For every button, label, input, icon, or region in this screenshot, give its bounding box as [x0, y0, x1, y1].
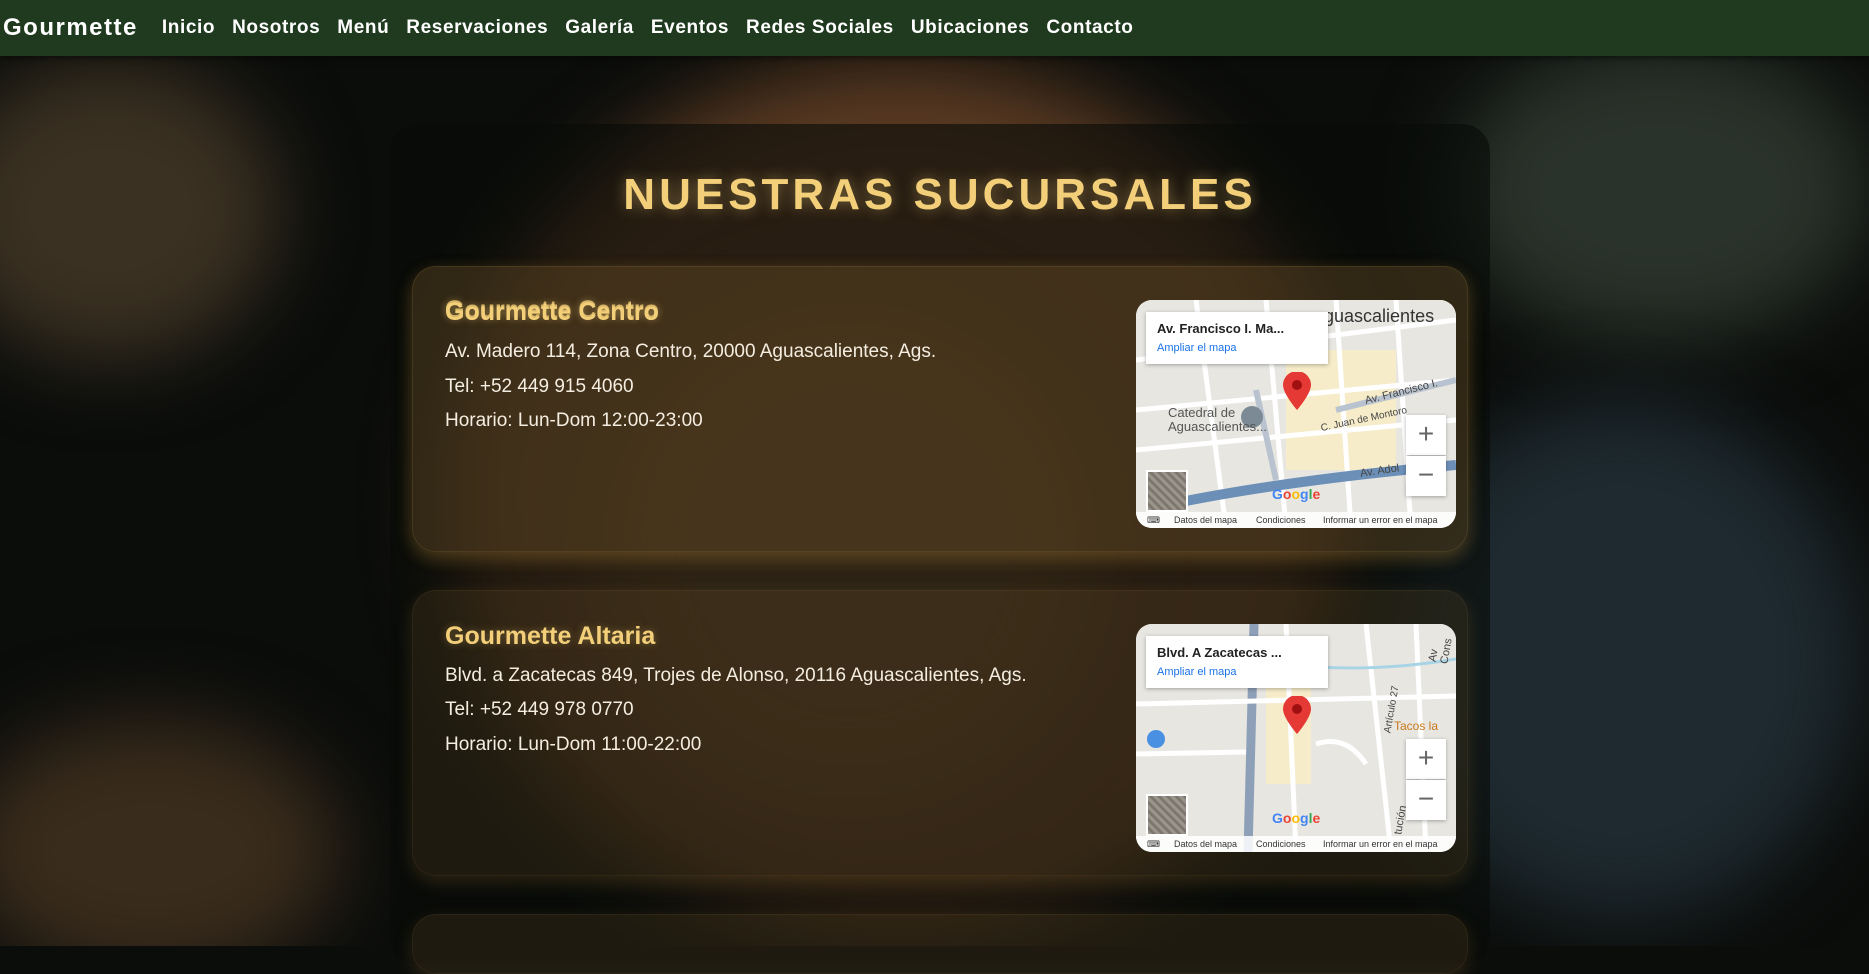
- map-footer: ⌨ Datos del mapa Condiciones Informar un…: [1136, 836, 1456, 852]
- terms-link[interactable]: Condiciones: [1256, 515, 1306, 525]
- map-poi-label: Tacos la: [1394, 719, 1439, 733]
- map-city-label: guascalientes: [1324, 306, 1435, 326]
- expand-map-link[interactable]: Ampliar el mapa: [1157, 342, 1236, 354]
- zoom-out-button[interactable]: −: [1406, 456, 1446, 496]
- map-data-link[interactable]: Datos del mapa: [1174, 839, 1237, 849]
- keyboard-icon[interactable]: ⌨: [1147, 839, 1160, 850]
- nav-reservaciones[interactable]: Reservaciones: [406, 17, 548, 39]
- nav-contacto[interactable]: Contacto: [1046, 17, 1133, 39]
- location-name-altaria: Gourmette Altaria: [445, 622, 656, 650]
- map-data-link[interactable]: Datos del mapa: [1174, 515, 1237, 525]
- map-footer: ⌨ Datos del mapa Condiciones Informar un…: [1136, 512, 1456, 528]
- zoom-out-button[interactable]: −: [1406, 780, 1446, 820]
- map-landmark-label: Catedral de Aguascalientes...: [1168, 405, 1268, 434]
- nav-menu[interactable]: Menú: [337, 17, 389, 39]
- satellite-toggle[interactable]: [1146, 794, 1188, 836]
- location-hours: Horario: Lun-Dom 11:00-22:00: [445, 734, 702, 755]
- location-address: Blvd. a Zacatecas 849, Trojes de Alonso,…: [445, 665, 1027, 686]
- zoom-in-button[interactable]: +: [1406, 739, 1446, 779]
- map-embed-altaria[interactable]: Tacos la Av Cons Artículo 27 tución Blvd…: [1136, 624, 1456, 852]
- location-phone: Tel: +52 449 915 4060: [445, 376, 634, 397]
- brand-logo[interactable]: Gourmette: [3, 14, 138, 42]
- map-info-box: Blvd. A Zacatecas ... Ampliar el mapa: [1146, 636, 1328, 688]
- map-info-box: Av. Francisco I. Ma... Ampliar el mapa: [1146, 312, 1328, 364]
- location-hours: Horario: Lun-Dom 12:00-23:00: [445, 410, 703, 431]
- page-title: NUESTRAS SUCURSALES: [623, 170, 1257, 219]
- location-phone: Tel: +52 449 978 0770: [445, 699, 634, 720]
- expand-map-link[interactable]: Ampliar el mapa: [1157, 666, 1236, 678]
- map-place-name: Blvd. A Zacatecas ...: [1157, 645, 1282, 660]
- top-navbar: Gourmette Inicio Nosotros Menú Reservaci…: [0, 0, 1869, 56]
- map-pin-icon[interactable]: [1283, 372, 1311, 410]
- location-name-centro: Gourmette Centro: [445, 298, 659, 326]
- nav-nosotros[interactable]: Nosotros: [232, 17, 320, 39]
- map-street-label: Av Cons: [1426, 637, 1455, 665]
- map-pin-icon[interactable]: [1283, 696, 1311, 734]
- nav-redes-sociales[interactable]: Redes Sociales: [746, 17, 894, 39]
- report-error-link[interactable]: Informar un error en el mapa: [1323, 839, 1438, 849]
- nav-eventos[interactable]: Eventos: [651, 17, 729, 39]
- nav-galeria[interactable]: Galería: [565, 17, 634, 39]
- map-embed-centro[interactable]: guascalientes Catedral de Aguascalientes…: [1136, 300, 1456, 528]
- location-card-next: [412, 914, 1468, 974]
- google-logo: Google: [1272, 486, 1321, 502]
- satellite-toggle[interactable]: [1146, 470, 1188, 512]
- location-address: Av. Madero 114, Zona Centro, 20000 Aguas…: [445, 341, 937, 362]
- report-error-link[interactable]: Informar un error en el mapa: [1323, 515, 1438, 525]
- nav-inicio[interactable]: Inicio: [162, 17, 215, 39]
- map-place-name: Av. Francisco I. Ma...: [1157, 321, 1285, 336]
- zoom-in-button[interactable]: +: [1406, 415, 1446, 455]
- terms-link[interactable]: Condiciones: [1256, 839, 1306, 849]
- keyboard-icon[interactable]: ⌨: [1147, 515, 1160, 526]
- nav-ubicaciones[interactable]: Ubicaciones: [911, 17, 1030, 39]
- google-logo: Google: [1272, 810, 1321, 826]
